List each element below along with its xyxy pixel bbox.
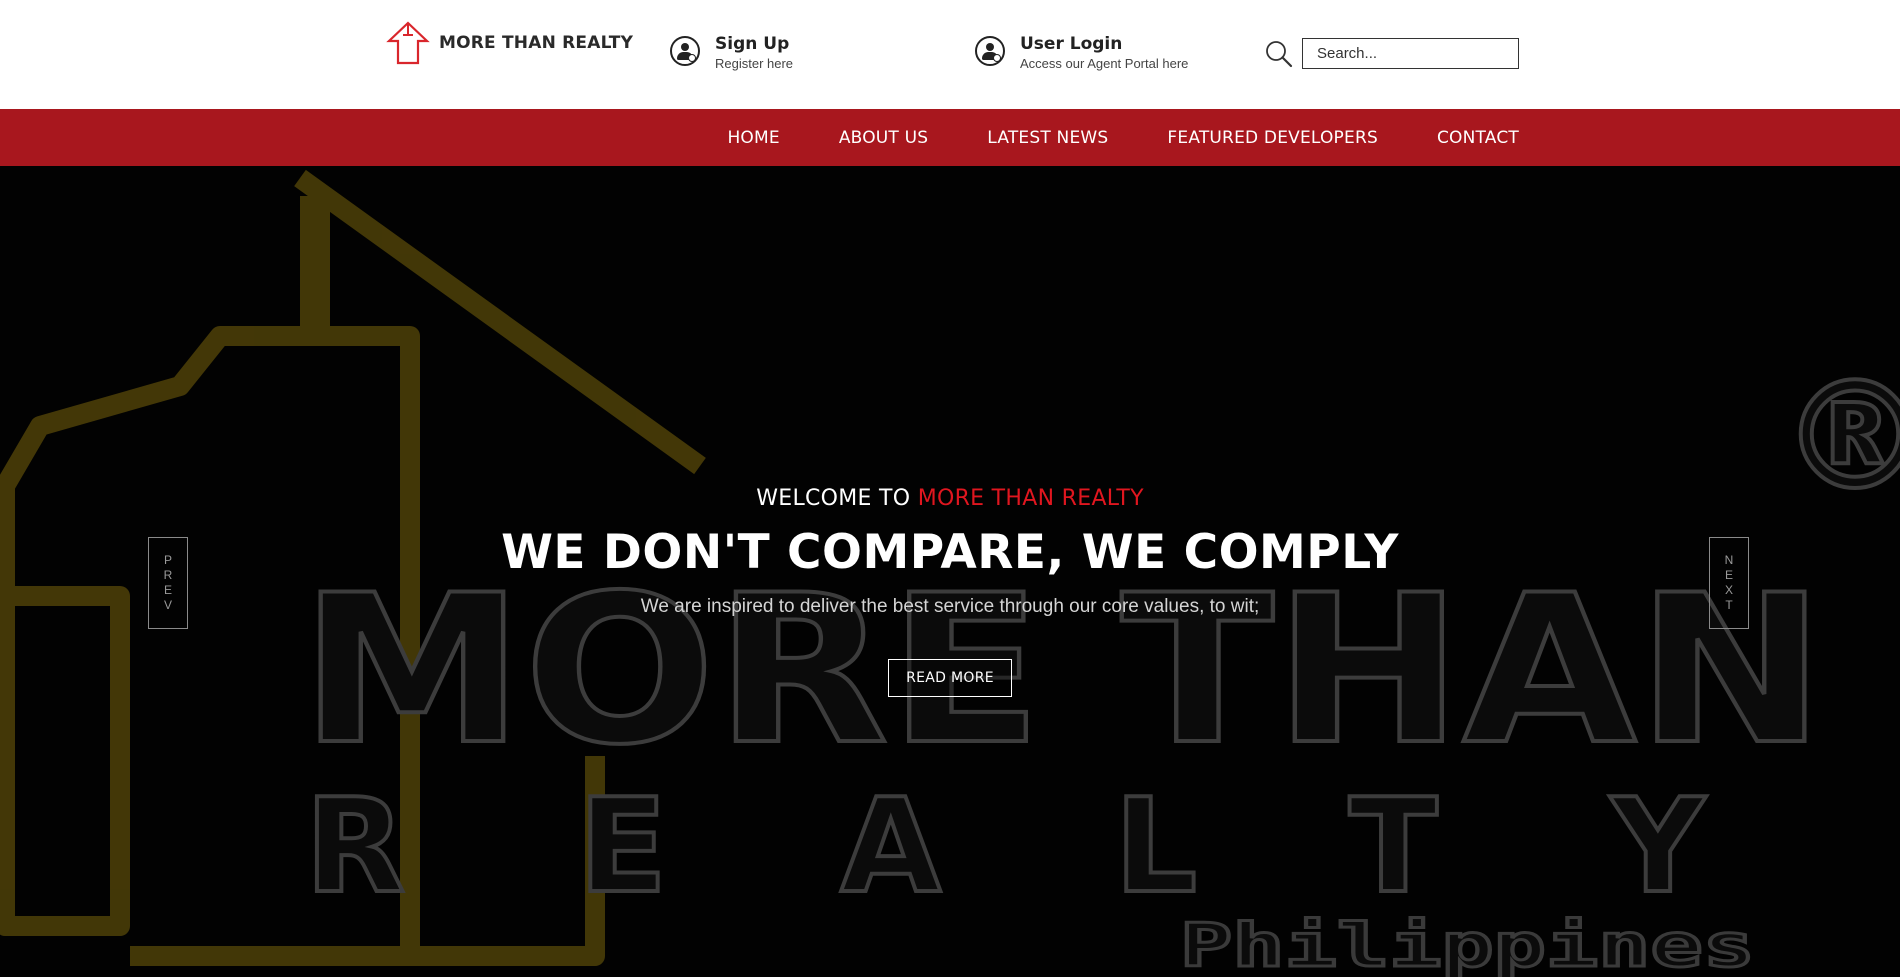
prev-letter: R (163, 568, 173, 582)
next-letter: X (1724, 583, 1733, 597)
next-letter: N (1724, 553, 1734, 567)
hero-headline: WE DON'T COMPARE, WE COMPLY (501, 525, 1399, 580)
read-more-button[interactable]: READ MORE (888, 659, 1012, 697)
bg-logo-line3: Philippines (1180, 911, 1755, 977)
login-subtitle[interactable]: Access our Agent Portal here (1020, 56, 1188, 71)
signup-subtitle[interactable]: Register here (715, 56, 793, 71)
signup-title[interactable]: Sign Up (715, 34, 793, 54)
house-arrow-icon (386, 21, 430, 65)
nav-home[interactable]: HOME (727, 128, 779, 148)
nav-list: HOME ABOUT US LATEST NEWS FEATURED DEVEL… (668, 109, 1519, 166)
main-nav: HOME ABOUT US LATEST NEWS FEATURED DEVEL… (0, 109, 1900, 166)
next-letter: T (1725, 598, 1733, 612)
search-icon[interactable] (1265, 40, 1293, 68)
nav-about-us[interactable]: ABOUT US (839, 128, 928, 148)
prev-letter: P (163, 553, 172, 567)
top-header: MORE THAN REALTY Sign Up Register here U… (0, 0, 1900, 109)
bg-logo-line2: REALTY (305, 770, 1825, 922)
hero-tagline: We are inspired to deliver the best serv… (640, 596, 1260, 617)
site-logo[interactable]: MORE THAN REALTY (385, 21, 633, 65)
nav-featured-developers[interactable]: FEATURED DEVELOPERS (1167, 128, 1378, 148)
user-add-icon (670, 36, 700, 66)
welcome-brand: MORE THAN REALTY (917, 486, 1144, 511)
hero-welcome: WELCOME TO MORE THAN REALTY (0, 486, 1900, 511)
logo-text: MORE THAN REALTY (439, 33, 634, 53)
user-login-link[interactable]: User Login Access our Agent Portal here (975, 34, 1188, 71)
signup-link[interactable]: Sign Up Register here (670, 34, 793, 71)
hero-slider: MORE THAN REALTY Philippines ® WELCOME T… (0, 166, 1900, 977)
nav-latest-news[interactable]: LATEST NEWS (987, 128, 1108, 148)
search-input[interactable] (1302, 38, 1519, 69)
login-title[interactable]: User Login (1020, 34, 1188, 54)
prev-letter: V (163, 598, 172, 612)
user-login-icon (975, 36, 1005, 66)
prev-letter: E (163, 583, 172, 597)
next-letter: E (1724, 568, 1733, 582)
welcome-prefix: WELCOME TO (756, 486, 918, 511)
nav-contact[interactable]: CONTACT (1437, 128, 1519, 148)
slider-prev-button[interactable]: P R E V (148, 537, 188, 629)
hero-content: WELCOME TO MORE THAN REALTY WE DON'T COM… (0, 486, 1900, 697)
slider-next-button[interactable]: N E X T (1709, 537, 1749, 629)
